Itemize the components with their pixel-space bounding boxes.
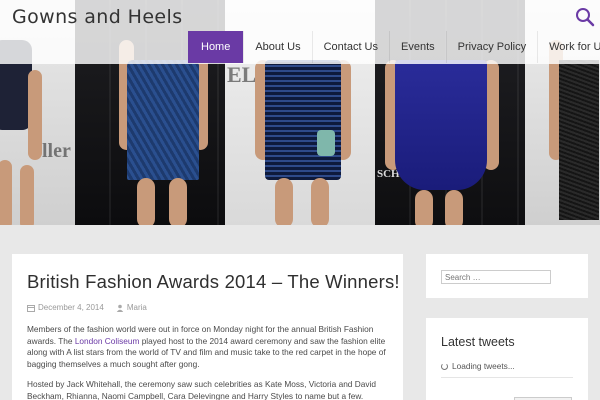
- sidebar-search-input[interactable]: [441, 270, 551, 284]
- nav-item-home[interactable]: Home: [188, 31, 244, 63]
- nav-item-about-us[interactable]: About Us: [243, 31, 311, 63]
- site-header: Gowns and Heels Home About Us Contact Us…: [0, 0, 600, 64]
- nav-item-contact-us[interactable]: Contact Us: [311, 31, 389, 63]
- post-paragraph: Members of the fashion world were out in…: [27, 324, 386, 369]
- post-article: British Fashion Awards 2014 – The Winner…: [12, 254, 403, 400]
- tweets-widget: Latest tweets Loading tweets...: [426, 318, 588, 400]
- search-widget: [426, 254, 588, 298]
- tweets-widget-title: Latest tweets: [441, 335, 515, 349]
- post-date[interactable]: December 4, 2014: [38, 303, 104, 312]
- user-icon: [116, 304, 124, 312]
- site-title[interactable]: Gowns and Heels: [12, 6, 183, 28]
- nav-item-privacy-policy[interactable]: Privacy Policy: [445, 31, 537, 63]
- main-nav: Home About Us Contact Us Events Privacy …: [188, 31, 600, 63]
- london-coliseum-link[interactable]: London Coliseum: [75, 336, 140, 346]
- nav-item-work-for-us[interactable]: Work for Us: [537, 31, 600, 63]
- nav-item-events[interactable]: Events: [389, 31, 446, 63]
- search-icon[interactable]: [574, 6, 596, 28]
- calendar-icon: [27, 304, 35, 312]
- hero-caption: ller: [42, 140, 71, 162]
- divider: [441, 377, 573, 378]
- post-title[interactable]: British Fashion Awards 2014 – The Winner…: [27, 271, 400, 293]
- post-author[interactable]: Maria: [127, 303, 147, 312]
- tweets-loading-text: Loading tweets...: [452, 361, 515, 371]
- post-meta: December 4, 2014 Maria: [27, 303, 388, 312]
- loading-icon: [441, 362, 448, 370]
- tweets-status: Loading tweets...: [441, 361, 573, 371]
- post-paragraph: Hosted by Jack Whitehall, the ceremony s…: [27, 379, 376, 400]
